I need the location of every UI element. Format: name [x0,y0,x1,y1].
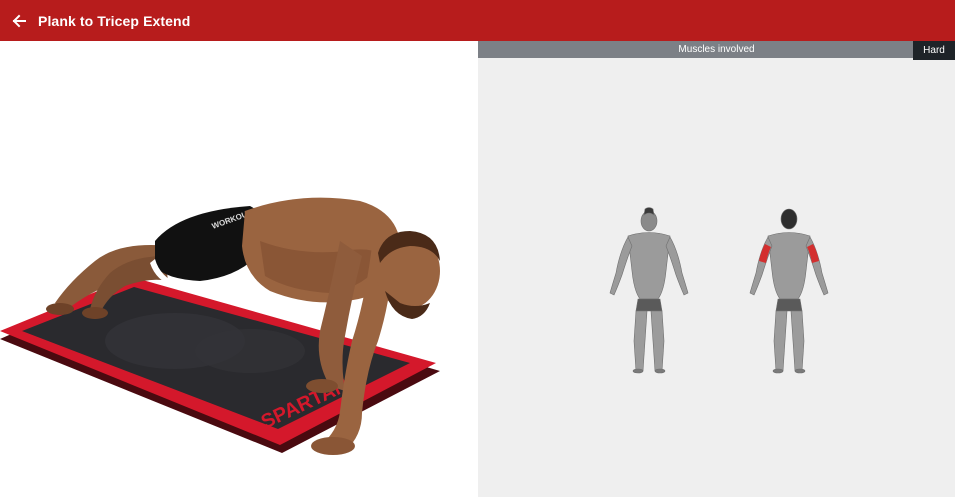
page-title: Plank to Tricep Extend [38,12,191,29]
body-back [749,208,829,374]
muscles-involved-label: Muscles involved [678,44,755,55]
back-button[interactable] [0,0,38,41]
exercise-illustration: SPARTAN WORKOUT [0,41,478,497]
app-bar: Plank to Tricep Extend [0,0,955,41]
exercise-animation: SPARTAN WORKOUT [0,197,440,455]
arrow-left-icon [12,14,26,27]
difficulty-badge: Hard [913,41,955,60]
body-front [609,207,689,374]
muscle-diagram [609,207,829,374]
muscles-header: Muscles involved [478,41,955,58]
muscles-panel: Muscles involved Hard [478,41,955,497]
